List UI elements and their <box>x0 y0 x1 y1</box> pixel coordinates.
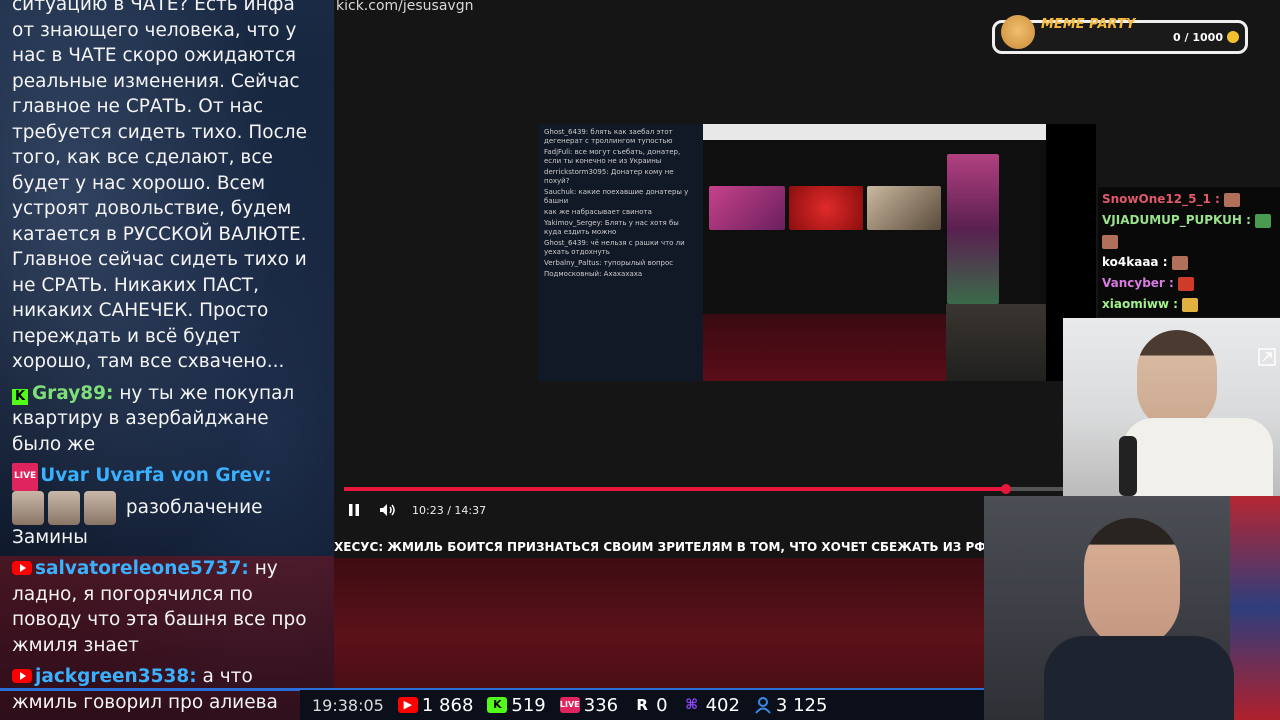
video-time: 10:23 / 14:37 <box>412 503 487 517</box>
video-chat-line: Ghost_6439: чё нельзя с рашки что ли уех… <box>544 239 685 256</box>
video-chat-line: derrickstorm3095: Донатер кому не похуй? <box>544 168 674 185</box>
youtube-viewers-count: 1 868 <box>421 694 474 716</box>
volume-button[interactable] <box>378 500 398 520</box>
emote-icon <box>1178 276 1195 291</box>
stats-bar: 19:38:05 ▶ 1 868 K 519 LIVE 336 R 0 ⌘ 40… <box>300 690 990 720</box>
news-ticker: ХЕСУС: ЖМИЛЬ БОИТСЯ ПРИЗНАТЬСЯ СВОИМ ЗРИ… <box>334 540 984 554</box>
emote-face-icon <box>48 490 80 525</box>
vk-viewers-count: 336 <box>583 694 619 716</box>
video-chat-line: Verbalny_Paltus: тупорылый вопрос <box>544 259 674 267</box>
rumble-viewers-count: 0 <box>656 694 668 716</box>
twitch-icon: ⌘ <box>685 697 699 713</box>
streamer-webcam <box>984 496 1280 720</box>
side-chat-line: VJIADUMUP_PUPKUH : <box>1102 210 1276 252</box>
video-progress-bar[interactable] <box>344 484 1064 494</box>
bottom-red-panel <box>334 558 984 690</box>
emote-icon <box>1182 297 1199 312</box>
microphone <box>1119 436 1137 496</box>
streamer-person <box>1084 518 1180 648</box>
chat-username[interactable]: Uvar Uvarfa von Grev: <box>40 465 272 486</box>
person-icon <box>755 697 771 714</box>
emote-face-icon <box>12 490 44 525</box>
vk-viewers: LIVE 336 <box>559 694 619 716</box>
guest-webcam <box>1063 318 1280 496</box>
kick-icon: K <box>487 697 508 713</box>
side-chat-line: SnowOne12_5_1 : <box>1102 189 1276 210</box>
video-chat-line: как же набрасывает свинота <box>544 208 652 216</box>
video-chat-line: FadjFuli: все могут съебать, донатер, ес… <box>544 148 681 165</box>
video-chat-line: Ghost_6439: блять как заебал этот дегене… <box>544 128 673 145</box>
video-progress-fill <box>344 487 1007 491</box>
meme-party-widget: MEME PARTY 0 / 1000 <box>992 15 1248 54</box>
chat-username[interactable]: jackgreen3538: <box>35 666 197 687</box>
chat-message: K Gray89: ну ты же покупал квартиру в азе… <box>12 381 322 458</box>
side-chat-username[interactable]: Vancyber : <box>1102 276 1174 290</box>
video-frame[interactable]: Ghost_6439: блять как заебал этот дегене… <box>538 124 1096 381</box>
guest-body <box>1123 418 1273 496</box>
meme-party-title: MEME PARTY <box>1041 17 1136 32</box>
pause-button[interactable] <box>344 500 364 520</box>
video-sidebar-thumbnails <box>947 154 999 304</box>
youtube-icon: ▶ <box>397 697 418 713</box>
video-browser-toolbar <box>703 124 1046 140</box>
guest-person <box>1137 330 1217 430</box>
chat-messages: ситуацию в ЧАТЕ? Есть инфа от знающего ч… <box>0 0 334 715</box>
rumble-icon: R <box>636 696 648 714</box>
total-viewers: 3 125 <box>754 694 828 716</box>
twitch-viewers: ⌘ 402 <box>682 695 740 716</box>
vk-live-icon: LIVE <box>12 463 39 491</box>
emote-icon <box>1223 192 1240 207</box>
chat-message: salvatoreleone5737: ну ладно, я погорячи… <box>12 556 322 658</box>
side-chat-username[interactable]: ko4kaaa : <box>1102 255 1168 269</box>
twitch-viewers-count: 402 <box>705 694 740 716</box>
vk-live-icon: LIVE <box>559 697 580 713</box>
side-chat-line: xiaomiww : <box>1102 294 1276 315</box>
emote-icon <box>1171 255 1188 270</box>
side-chat-username[interactable]: xiaomiww : <box>1102 297 1178 311</box>
chat-message: LIVE Uvar Uvarfa von Grev: разоблачение З… <box>12 463 322 550</box>
video-browser <box>703 124 1046 314</box>
video-chat-line: Sauchuk: какие поехавшие донатеры у башн… <box>544 188 689 205</box>
chat-message-text: ситуацию в ЧАТЕ? Есть инфа от знающего ч… <box>12 0 307 372</box>
doge-icon <box>1001 15 1035 49</box>
side-chat-line: Vancyber : <box>1102 273 1276 294</box>
video-chat-line: Yakimov_Sergey: Блять у нас хотя бы куда… <box>544 219 679 236</box>
meme-party-count: 0 / 1000 <box>1173 31 1223 44</box>
kick-icon: K <box>12 388 28 405</box>
youtube-icon <box>12 669 32 683</box>
coin-icon <box>1227 31 1239 43</box>
emote-icon <box>1255 213 1272 228</box>
kick-viewers-count: 519 <box>511 694 546 716</box>
streamer-body <box>1044 636 1234 720</box>
youtube-viewers: ▶ 1 868 <box>397 694 474 716</box>
video-thumbnail <box>709 186 785 230</box>
stream-clock: 19:38:05 <box>312 695 384 715</box>
volume-icon <box>380 504 395 516</box>
stream-url[interactable]: kick.com/jesusavgn <box>336 0 473 14</box>
player-controls: 10:23 / 14:37 <box>344 498 486 522</box>
video-webcam <box>946 304 1046 381</box>
side-chat-username[interactable]: VJIADUMUP_PUPKUH : <box>1102 213 1251 227</box>
total-viewers-count: 3 125 <box>775 694 828 716</box>
emote-icon <box>1102 234 1118 249</box>
emote-face-icon <box>84 490 116 525</box>
chat-username[interactable]: Gray89: <box>32 383 113 404</box>
video-thumbnail <box>867 186 941 230</box>
rumble-viewers: R 0 <box>632 695 667 716</box>
pause-icon <box>349 504 359 516</box>
video-chat-line: Подмосковный: Ахахахаха <box>544 270 643 278</box>
side-chat-line: ko4kaaa : <box>1102 252 1276 273</box>
chat-message-pasta: ситуацию в ЧАТЕ? Есть инфа от знающего ч… <box>12 0 322 375</box>
flag-decoration <box>1230 496 1280 720</box>
video-chat: Ghost_6439: блять как заебал этот дегене… <box>538 124 703 381</box>
kick-viewers: K 519 <box>487 694 546 716</box>
chat-panel: ситуацию в ЧАТЕ? Есть инфа от знающего ч… <box>0 0 334 720</box>
youtube-icon <box>12 561 32 575</box>
expand-icon[interactable] <box>1258 348 1276 366</box>
side-chat: SnowOne12_5_1 : VJIADUMUP_PUPKUH : ko4ka… <box>1098 187 1280 317</box>
video-thumbnail <box>789 186 863 230</box>
chat-username[interactable]: salvatoreleone5737: <box>35 558 249 579</box>
side-chat-username[interactable]: SnowOne12_5_1 : <box>1102 192 1220 206</box>
